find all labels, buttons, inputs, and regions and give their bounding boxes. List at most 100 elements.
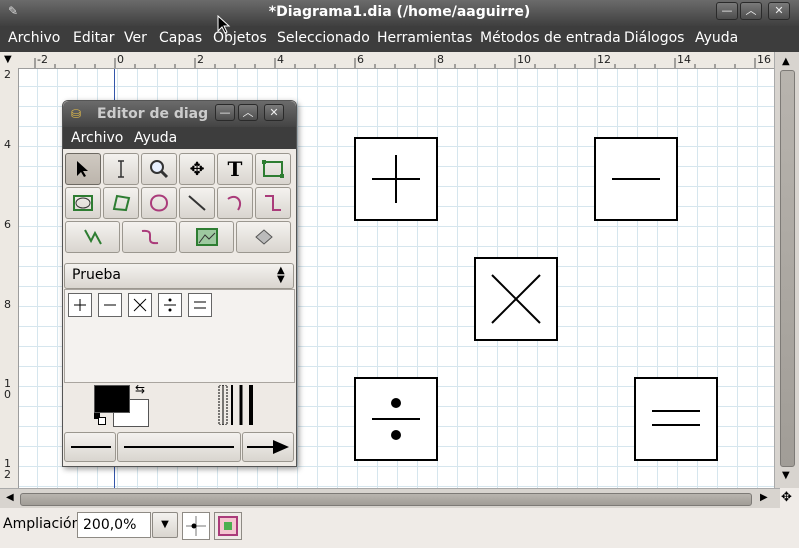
sheet-shape-minus[interactable] xyxy=(98,293,122,317)
connectable-toggle[interactable] xyxy=(214,512,242,540)
line-start-icon xyxy=(71,446,111,448)
ruler-label: 4 xyxy=(277,53,284,66)
menu-capas[interactable]: Capas xyxy=(159,30,202,46)
sheet-shape-divide[interactable] xyxy=(158,293,182,317)
navigate-icon[interactable]: ✥ xyxy=(781,490,792,505)
select-icon xyxy=(77,161,88,177)
maximize-icon[interactable]: ︿ xyxy=(740,2,762,20)
updown-icon: ▲ ▼ xyxy=(277,265,285,285)
image-icon xyxy=(195,228,218,246)
zoom-tool[interactable] xyxy=(141,153,177,185)
vertical-scrollbar[interactable]: ▲ ▼ xyxy=(774,52,799,488)
default-colors-icon[interactable] xyxy=(94,413,106,425)
toolbox-menu-archivo[interactable]: Archivo xyxy=(71,130,123,146)
horizontal-scrollbar[interactable]: ◀ ▶ xyxy=(0,488,780,509)
toolbox-menu-ayuda[interactable]: Ayuda xyxy=(134,130,177,146)
toolbox-titlebar[interactable]: ⛁ Editor de diag — ︿ ✕ xyxy=(63,101,296,127)
sheet-selector[interactable]: Prueba ▲ ▼ xyxy=(64,263,294,289)
beziergon-tool[interactable] xyxy=(141,187,177,219)
menu-seleccionado[interactable]: Seleccionado xyxy=(277,30,370,46)
ruler-label: 4 xyxy=(4,138,11,151)
ruler-corner[interactable]: ▼ xyxy=(0,52,18,68)
polygon-icon xyxy=(112,194,131,212)
toolbox-close-icon[interactable]: ✕ xyxy=(264,104,284,121)
menu-ver[interactable]: Ver xyxy=(124,30,147,46)
menu-editar[interactable]: Editar xyxy=(73,30,114,46)
close-icon[interactable]: ✕ xyxy=(768,2,790,20)
minus-shape[interactable] xyxy=(594,137,678,221)
ruler-label: -2 xyxy=(37,53,48,66)
arc-tool[interactable] xyxy=(217,187,253,219)
divide-shape[interactable] xyxy=(354,377,438,461)
minus-icon xyxy=(612,178,660,180)
minimize-icon[interactable]: — xyxy=(716,2,738,20)
zoom-value: 200,0% xyxy=(83,517,137,533)
outline-icon xyxy=(254,229,273,245)
ruler-label: 0 xyxy=(117,53,124,66)
line-width-selector[interactable] xyxy=(215,385,259,425)
polyline-icon xyxy=(83,229,102,245)
beziergon-icon xyxy=(149,194,169,212)
zoom-dropdown-button[interactable]: ▼ xyxy=(152,512,178,538)
sheet-shape-equals[interactable] xyxy=(188,293,212,317)
ruler-corner-arrow-icon: ▼ xyxy=(4,54,12,65)
start-arrow-selector[interactable] xyxy=(64,432,116,462)
sheet-shape-multiply[interactable] xyxy=(128,293,152,317)
vertical-scroll-thumb[interactable] xyxy=(780,70,795,467)
statusbar: Ampliación 200,0% ▼ xyxy=(0,508,799,548)
text-tool[interactable]: T xyxy=(217,153,253,185)
toolbox-maximize-icon[interactable]: ︿ xyxy=(238,104,258,121)
plus-icon xyxy=(372,155,420,203)
scroll-down-icon[interactable]: ▼ xyxy=(782,470,790,481)
horizontal-scroll-thumb[interactable] xyxy=(20,493,752,506)
line-style-selector[interactable] xyxy=(117,432,241,462)
snap-to-grid-toggle[interactable] xyxy=(182,512,210,540)
multiply-icon xyxy=(491,274,541,324)
ellipse-tool[interactable] xyxy=(65,187,101,219)
arrow-right-icon xyxy=(247,440,289,454)
ruler-label: 16 xyxy=(757,53,771,66)
foreground-color[interactable] xyxy=(94,385,130,413)
bezier-tool[interactable] xyxy=(122,221,177,253)
horizontal-ruler: -2 0 2 4 6 8 10 12 14 16 xyxy=(18,52,774,69)
select-tool[interactable] xyxy=(65,153,101,185)
ruler-label: 6 xyxy=(357,53,364,66)
ellipse-icon xyxy=(73,195,93,211)
scroll-up-icon[interactable]: ▲ xyxy=(782,56,790,67)
snap-grid-icon xyxy=(186,516,206,536)
zigzag-tool[interactable] xyxy=(255,187,291,219)
scroll-right-icon[interactable]: ▶ xyxy=(760,492,768,503)
window-titlebar[interactable]: ✎ *Diagrama1.dia (/home/aaguirre) — ︿ ✕ xyxy=(0,0,799,26)
menu-archivo[interactable]: Archivo xyxy=(8,30,60,46)
text-edit-tool[interactable] xyxy=(103,153,139,185)
polyline-tool[interactable] xyxy=(65,221,120,253)
menu-metodos-entrada[interactable]: Métodos de entrada xyxy=(480,30,621,46)
zoom-field[interactable]: 200,0% xyxy=(77,512,151,538)
swap-colors-icon[interactable]: ⇆ xyxy=(135,382,145,396)
end-arrow-selector[interactable] xyxy=(242,432,294,462)
outline-tool[interactable] xyxy=(236,221,291,253)
box-tool[interactable] xyxy=(255,153,291,185)
plus-shape[interactable] xyxy=(354,137,438,221)
menu-herramientas[interactable]: Herramientas xyxy=(377,30,472,46)
ruler-label: 10 xyxy=(517,53,531,66)
ruler-label: 10 xyxy=(4,377,11,401)
sheet-shape-plus[interactable] xyxy=(68,293,92,317)
menu-dialogos[interactable]: Diálogos xyxy=(624,30,684,46)
multiply-shape[interactable] xyxy=(474,257,558,341)
image-tool[interactable] xyxy=(179,221,234,253)
horizontal-ruler-ticks xyxy=(34,58,756,68)
plus-icon xyxy=(74,299,86,311)
scroll-tool[interactable]: ✥ xyxy=(179,153,215,185)
ruler-label: 6 xyxy=(4,218,11,231)
scroll-left-icon[interactable]: ◀ xyxy=(6,492,14,503)
toolbox-minimize-icon[interactable]: — xyxy=(215,104,235,121)
polygon-tool[interactable] xyxy=(103,187,139,219)
menu-ayuda[interactable]: Ayuda xyxy=(695,30,738,46)
equals-shape[interactable] xyxy=(634,377,718,461)
toolbox-window[interactable]: ⛁ Editor de diag — ︿ ✕ Archivo Ayuda ✥ T xyxy=(62,100,297,467)
mouse-pointer-icon xyxy=(217,15,231,34)
ruler-label: 12 xyxy=(4,457,11,481)
line-tool[interactable] xyxy=(179,187,215,219)
ruler-label: 8 xyxy=(437,53,444,66)
